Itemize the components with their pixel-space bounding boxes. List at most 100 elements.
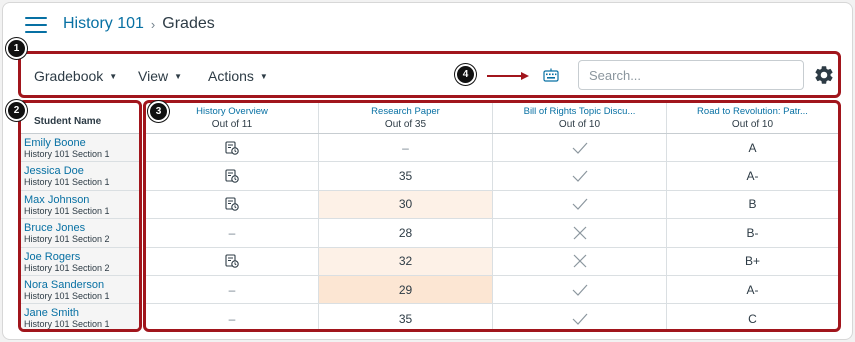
grade-row: 30 B [146, 190, 838, 220]
grade-cell[interactable]: A- [667, 162, 838, 189]
callout-badge: 2 [6, 100, 27, 121]
assignment-title-link[interactable]: Bill of Rights Topic Discu... [493, 106, 666, 118]
grade-cell[interactable] [146, 190, 319, 219]
grade-cell[interactable]: C [667, 304, 838, 329]
grade-value: 32 [398, 254, 413, 269]
check-icon [572, 170, 588, 182]
grade-cell[interactable]: – [319, 134, 493, 162]
student-name-link[interactable]: Nora Sanderson [24, 279, 139, 291]
student-name-link[interactable]: Jane Smith [24, 308, 139, 319]
grade-cell[interactable]: 29 [319, 275, 493, 304]
student-name-link[interactable]: Joe Rogers [24, 251, 139, 263]
student-name-header[interactable]: Student Name [21, 103, 139, 134]
student-section: History 101 Section 2 [24, 262, 110, 273]
submitted-icon [225, 169, 239, 183]
actions-menu-button[interactable]: Actions ▼ [208, 68, 268, 84]
callout-badge: 1 [6, 38, 27, 59]
assignment-points: Out of 11 [211, 119, 253, 130]
keyboard-shortcuts-icon[interactable] [543, 68, 559, 82]
gradebook-menu-label: Gradebook [34, 68, 104, 84]
view-menu-label: View [138, 68, 169, 84]
student-section: History 101 Section 1 [24, 205, 110, 216]
assignment-header[interactable]: Research Paper Out of 35 [319, 103, 493, 133]
grade-cell[interactable] [493, 190, 667, 219]
breadcrumb-course-link[interactable]: History 101 [63, 15, 144, 33]
check-icon [572, 198, 588, 211]
grade-value: C [748, 311, 757, 326]
grade-cell[interactable] [146, 247, 319, 275]
callout-badge: 4 [455, 64, 476, 85]
grade-cell[interactable] [493, 247, 667, 275]
grade-cell[interactable]: 35 [319, 304, 493, 329]
callout-arrow-icon [487, 72, 529, 80]
grade-cell[interactable]: 28 [319, 219, 493, 247]
grade-cell[interactable]: B+ [667, 248, 838, 275]
grade-cell[interactable]: – [146, 219, 319, 247]
grade-row: – 29 A- [146, 275, 838, 305]
check-icon [572, 284, 588, 296]
assignment-title-link[interactable]: History Overview [146, 106, 318, 118]
student-name-link[interactable]: Emily Boone [24, 138, 139, 149]
submitted-icon [225, 254, 239, 269]
grades-grid: History Overview Out of 11 Research Paper O… [143, 100, 841, 332]
gradebook-menu-button[interactable]: Gradebook ▼ [34, 68, 117, 84]
student-section: History 101 Section 1 [24, 149, 110, 159]
grade-cell[interactable]: A [667, 134, 838, 161]
student-column: Student Name Emily Boone History 101 Sect… [18, 100, 142, 332]
assignment-title-link[interactable]: Research Paper [319, 106, 492, 118]
x-icon [573, 226, 587, 240]
grade-value: – [228, 282, 236, 297]
grade-cell[interactable] [493, 275, 667, 304]
grade-value: B+ [744, 254, 760, 269]
assignment-header[interactable]: Road to Revolution: Patr... Out of 10 [667, 103, 838, 133]
assignment-title-link[interactable]: Road to Revolution: Patr... [667, 106, 838, 118]
student-name-link[interactable]: Bruce Jones [24, 223, 139, 234]
student-section: History 101 Section 2 [24, 234, 110, 245]
grade-value: B [748, 197, 757, 212]
breadcrumb-separator-icon: › [150, 16, 156, 32]
submitted-icon [225, 141, 239, 155]
grade-cell[interactable]: 30 [319, 190, 493, 219]
grade-row: – A [146, 134, 838, 163]
hamburger-menu-icon[interactable] [25, 17, 47, 33]
grade-value: 30 [398, 197, 413, 212]
grade-cell[interactable] [493, 162, 667, 190]
assignment-header[interactable]: History Overview Out of 11 [146, 103, 319, 133]
student-row: Jane Smith History 101 Section 1 [21, 304, 139, 330]
grade-value: – [228, 311, 236, 326]
grade-cell[interactable]: B [667, 191, 838, 218]
gear-icon[interactable] [813, 64, 835, 86]
student-section: History 101 Section 1 [24, 319, 110, 330]
grade-cell[interactable]: 35 [319, 162, 493, 190]
caret-down-icon: ▼ [174, 72, 183, 81]
callout-badge: 3 [148, 101, 169, 122]
submitted-icon [225, 197, 239, 212]
grade-row: 35 A- [146, 162, 838, 191]
grade-value: A- [746, 169, 759, 184]
grade-cell[interactable]: A- [667, 276, 838, 303]
grade-cell[interactable] [493, 134, 667, 162]
student-row: Bruce Jones History 101 Section 2 [21, 219, 139, 248]
grade-cell[interactable]: – [146, 275, 319, 304]
student-name-link[interactable]: Max Johnson [24, 194, 139, 206]
grade-cell[interactable] [146, 134, 319, 162]
caret-down-icon: ▼ [259, 72, 268, 81]
grade-cell[interactable] [493, 304, 667, 329]
assignment-header[interactable]: Bill of Rights Topic Discu... Out of 10 [493, 103, 667, 133]
student-name-link[interactable]: Jessica Doe [24, 166, 139, 177]
grade-cell[interactable] [493, 219, 667, 247]
grade-row: – 28 B- [146, 219, 838, 248]
search-input[interactable] [578, 60, 804, 90]
view-menu-button[interactable]: View ▼ [138, 68, 182, 84]
student-row: Nora Sanderson History 101 Section 1 [21, 275, 139, 305]
grade-cell[interactable]: – [146, 304, 319, 329]
grade-value: – [402, 140, 409, 155]
assignment-points: Out of 10 [731, 119, 774, 130]
grade-cell[interactable]: B- [667, 219, 838, 246]
grade-value: – [228, 225, 236, 240]
grade-value: 35 [398, 311, 413, 326]
grade-cell[interactable] [146, 162, 319, 190]
gradebook-window: History 101 › Grades Gradebook ▼ View ▼ Ac… [2, 2, 853, 340]
grade-value: A [748, 140, 757, 155]
grade-cell[interactable]: 32 [319, 247, 493, 275]
